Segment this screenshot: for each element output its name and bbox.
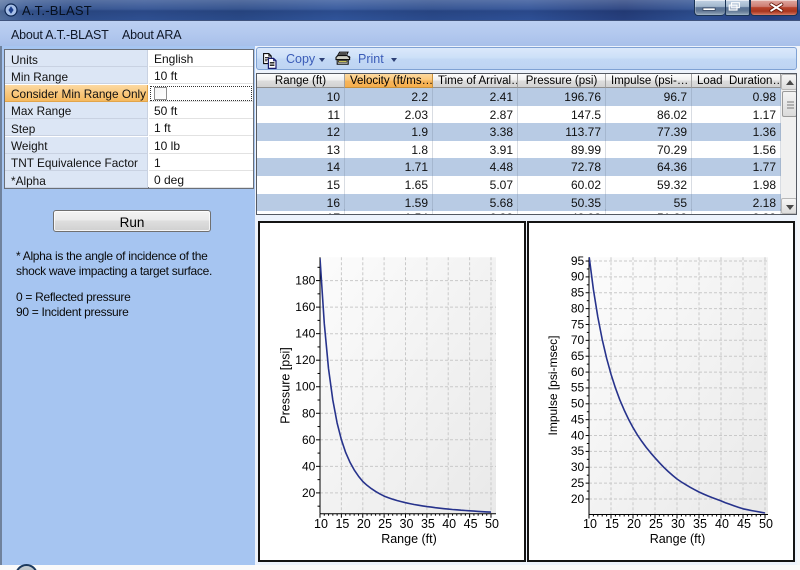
svg-text:Impulse [psi-msec]: Impulse [psi-msec] <box>546 335 560 435</box>
svg-text:45: 45 <box>737 517 751 531</box>
svg-text:30: 30 <box>571 460 585 474</box>
svg-text:20: 20 <box>357 517 371 531</box>
svg-text:80: 80 <box>571 301 585 315</box>
svg-text:45: 45 <box>571 413 585 427</box>
svg-text:65: 65 <box>571 349 585 363</box>
svg-text:60: 60 <box>302 433 316 447</box>
svg-text:55: 55 <box>571 381 585 395</box>
svg-text:40: 40 <box>302 459 316 473</box>
svg-text:60: 60 <box>571 365 585 379</box>
svg-text:15: 15 <box>335 517 349 531</box>
svg-text:10: 10 <box>314 517 328 531</box>
svg-text:50: 50 <box>485 517 499 531</box>
svg-text:20: 20 <box>302 486 316 500</box>
svg-text:75: 75 <box>571 317 585 331</box>
svg-text:30: 30 <box>671 517 685 531</box>
svg-text:40: 40 <box>571 428 585 442</box>
svg-text:Range (ft): Range (ft) <box>381 532 437 546</box>
svg-text:20: 20 <box>627 517 641 531</box>
svg-text:95: 95 <box>571 254 585 268</box>
svg-text:30: 30 <box>400 517 414 531</box>
svg-text:50: 50 <box>759 517 773 531</box>
svg-text:20: 20 <box>571 492 585 506</box>
svg-text:Pressure [psi]: Pressure [psi] <box>279 347 293 423</box>
svg-text:140: 140 <box>295 327 315 341</box>
svg-text:40: 40 <box>715 517 729 531</box>
svg-text:35: 35 <box>571 444 585 458</box>
svg-text:25: 25 <box>378 517 392 531</box>
svg-text:10: 10 <box>583 517 597 531</box>
svg-text:25: 25 <box>571 476 585 490</box>
svg-text:35: 35 <box>693 517 707 531</box>
svg-text:40: 40 <box>442 517 456 531</box>
svg-text:120: 120 <box>295 353 315 367</box>
svg-text:180: 180 <box>295 274 315 288</box>
svg-text:Range (ft): Range (ft) <box>650 532 706 546</box>
svg-text:70: 70 <box>571 333 585 347</box>
svg-text:160: 160 <box>295 300 315 314</box>
svg-text:45: 45 <box>464 517 478 531</box>
svg-text:15: 15 <box>605 517 619 531</box>
svg-text:80: 80 <box>302 406 316 420</box>
svg-text:90: 90 <box>571 270 585 284</box>
svg-text:100: 100 <box>295 380 315 394</box>
svg-text:50: 50 <box>571 397 585 411</box>
svg-text:25: 25 <box>649 517 663 531</box>
svg-text:85: 85 <box>571 286 585 300</box>
svg-text:35: 35 <box>421 517 435 531</box>
